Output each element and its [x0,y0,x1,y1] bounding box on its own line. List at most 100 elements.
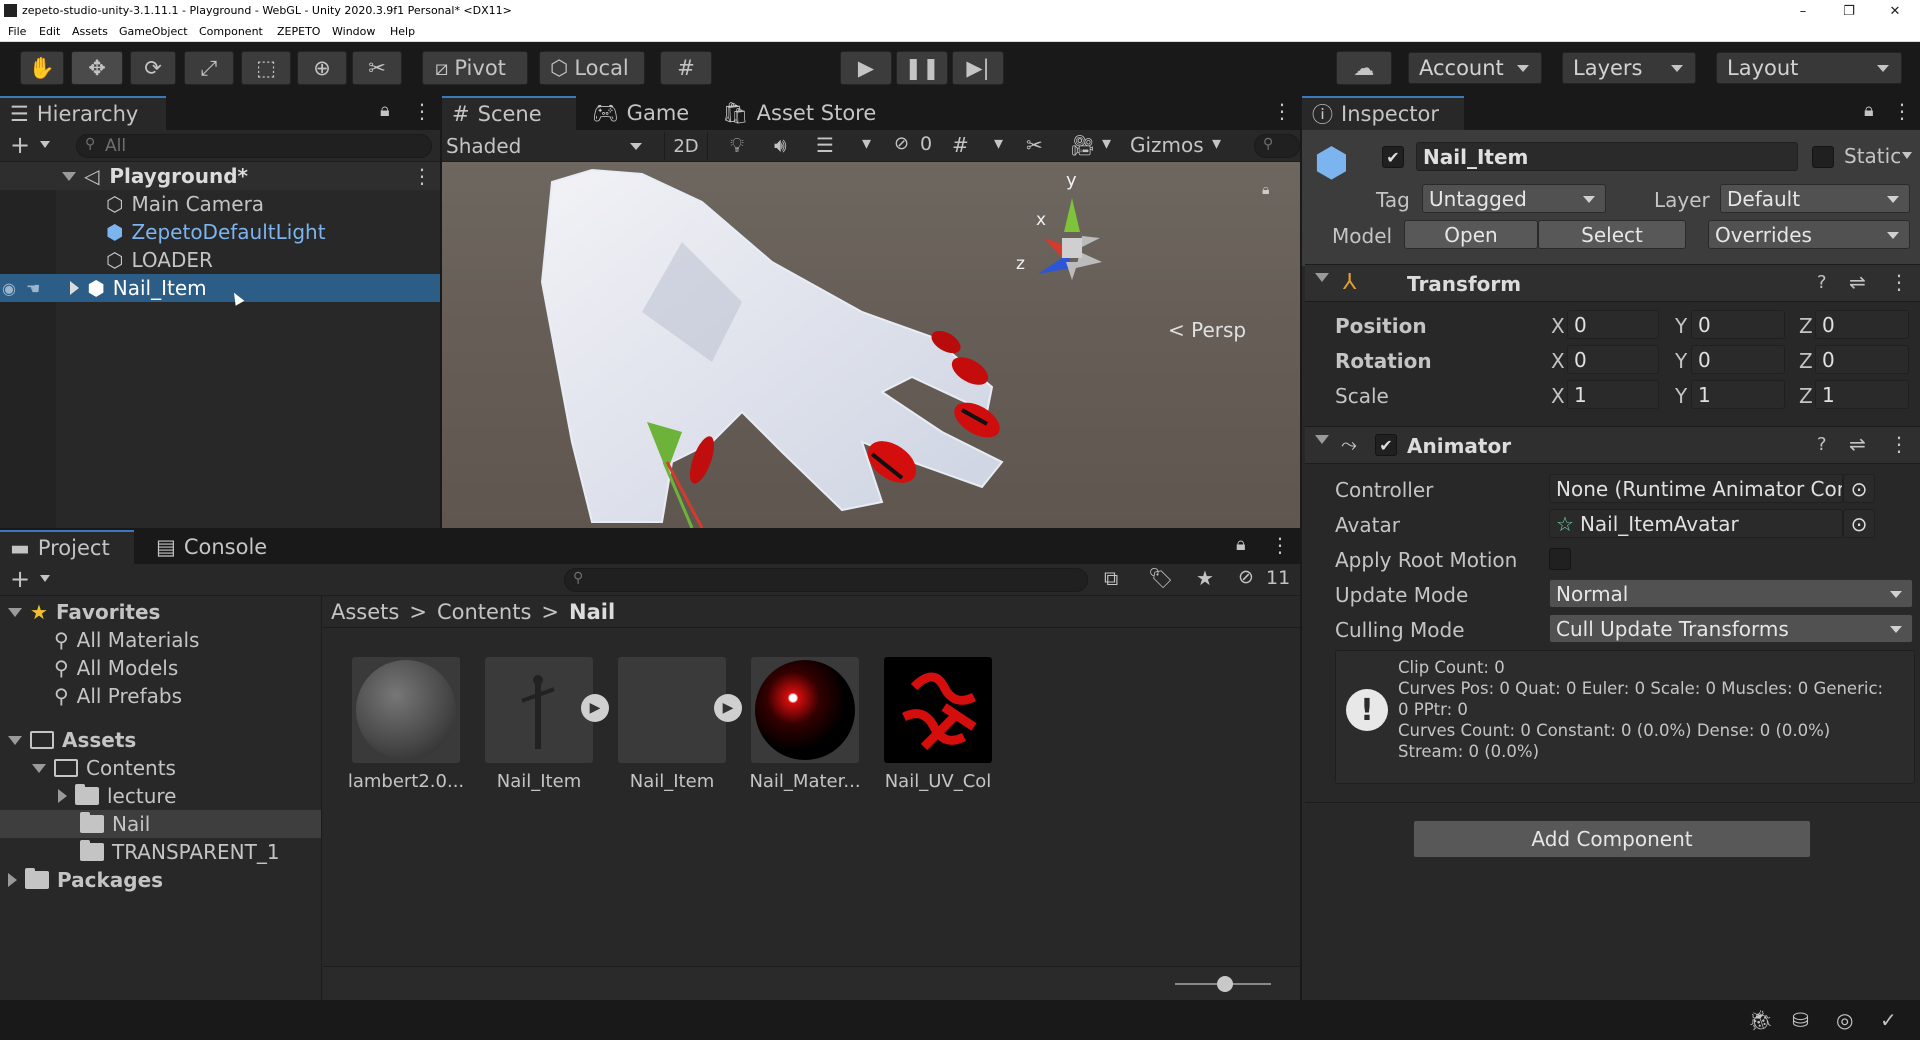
kebab-menu-icon[interactable]: ⋮ [1889,432,1909,456]
visibility-eye-icon[interactable]: ◉ [2,279,16,298]
tree-all-models[interactable]: ⚲ All Models [54,654,178,682]
check-circle-icon[interactable]: ✓ [1880,1008,1897,1032]
static-checkbox[interactable] [1812,146,1834,168]
breadcrumb-item[interactable]: Assets [331,600,399,624]
lock-icon[interactable]: 🔒︎ [380,100,390,121]
grid-dropdown-icon[interactable]: ▾ [994,133,1003,154]
account-dropdown[interactable]: Account [1408,52,1542,84]
create-dropdown-icon[interactable] [40,141,50,148]
scene-viewport[interactable]: y x z 🔒︎ < Persp [442,162,1300,528]
tab-scene[interactable]: # Scene [442,96,576,130]
expand-play-icon[interactable]: ▶ [581,694,609,722]
2d-toggle[interactable]: 2D [664,132,708,160]
asset-nail-item-prefab[interactable]: Nail_Item [618,657,726,792]
tree-transparent[interactable]: TRANSPARENT_1 [80,838,280,866]
tree-packages[interactable]: Packages [8,866,163,894]
maximize-button[interactable]: ❐ [1826,0,1872,22]
expand-arrow-icon[interactable] [62,171,76,181]
project-search-input[interactable]: ⚲ [564,568,1088,592]
lock-icon[interactable]: 🔒︎ [1262,182,1269,198]
hierarchy-item-loader[interactable]: ⬡ LOADER [0,246,440,274]
menu-zepeto[interactable]: ZEPETO [277,25,320,38]
tree-contents[interactable]: Contents [32,754,176,782]
effects-dropdown-icon[interactable]: ▾ [862,133,871,154]
gizmos-dropdown-icon[interactable]: ▾ [1212,133,1221,154]
effects-icon[interactable]: ☰ [816,133,834,157]
filter-type-icon[interactable]: ⧉ [1104,566,1118,590]
tree-all-materials[interactable]: ⚲ All Materials [54,626,199,654]
scale-tool-button[interactable]: ⤢ [184,51,234,85]
asset-nail-material[interactable]: Nail_Mater... [749,657,861,792]
minimize-button[interactable]: – [1780,0,1826,22]
menu-edit[interactable]: Edit [39,25,60,38]
bug-icon[interactable]: 🐞︎ [1748,1008,1773,1032]
label-tag-icon[interactable]: 🏷︎ [1148,566,1173,590]
database-icon[interactable]: ⛁ [1792,1008,1809,1032]
controller-picker[interactable]: ⊙ [1843,474,1875,503]
hierarchy-item-nail-item[interactable]: ◉ ☚ ⬢ Nail_Item [0,274,440,302]
camera-dropdown-icon[interactable]: ▾ [1102,133,1111,154]
scene-search-input[interactable]: ⚲ [1254,134,1300,158]
hand-tool-button[interactable]: ✋ [20,51,64,85]
transform-component-header[interactable]: ⅄ Transform ? ⇌ ⋮ [1305,264,1920,302]
hidden-eye-icon[interactable]: ⊘ [894,133,909,154]
create-dropdown-icon[interactable] [40,575,50,582]
hierarchy-item-main-camera[interactable]: ⬡ Main Camera [0,190,440,218]
collapse-arrow-icon[interactable] [1315,435,1329,444]
play-button[interactable]: ▶ [840,51,892,85]
grid-snap-button[interactable]: # [660,51,712,85]
scale-z-field[interactable]: 1 [1815,380,1909,409]
overrides-dropdown[interactable]: Overrides [1708,220,1910,249]
expand-arrow-icon[interactable] [70,281,80,295]
camera-icon[interactable]: 🎥︎ [1070,133,1095,157]
hierarchy-item-zepeto-default-light[interactable]: ⬢ ZepetoDefaultLight [0,218,440,246]
pick-hand-icon[interactable]: ☚ [26,279,40,298]
scale-y-field[interactable]: 1 [1691,380,1785,409]
preset-sliders-icon[interactable]: ⇌ [1849,432,1866,456]
tab-game[interactable]: 🎮︎ Game [582,96,702,130]
rotation-z-field[interactable]: 0 [1815,345,1909,374]
close-button[interactable]: ✕ [1872,0,1918,22]
lock-icon[interactable]: 🔒︎ [1236,534,1246,555]
apply-root-motion-checkbox[interactable] [1549,548,1571,570]
menu-help[interactable]: Help [390,25,415,38]
menu-assets[interactable]: Assets [72,25,108,38]
tree-all-prefabs[interactable]: ⚲ All Prefabs [54,682,182,710]
controller-field[interactable]: None (Runtime Animator Controlle [1549,474,1843,503]
add-component-button[interactable]: Add Component [1413,820,1811,858]
scale-x-field[interactable]: 1 [1567,380,1659,409]
tab-asset-store[interactable]: 🛍︎ Asset Store [712,96,892,130]
asset-lambert-material[interactable]: lambert2.0... [348,657,464,792]
kebab-menu-icon[interactable]: ⋮ [1272,99,1292,123]
grid-icon[interactable]: # [952,133,969,157]
tab-console[interactable]: ▤ Console [146,530,276,564]
collapse-arrow-icon[interactable] [1315,273,1329,282]
shading-dropdown[interactable]: Shaded [446,132,650,160]
update-mode-dropdown[interactable]: Normal [1549,579,1913,608]
expand-play-icon[interactable]: ▶ [714,694,742,722]
menu-file[interactable]: File [8,25,26,38]
position-z-field[interactable]: 0 [1815,310,1909,339]
tools-icon[interactable]: ✂ [1026,133,1043,157]
star-icon[interactable]: ★ [1196,566,1214,590]
rect-tool-button[interactable]: ⬚ [241,51,291,85]
create-plus-icon[interactable]: + [10,131,30,159]
tree-assets[interactable]: Assets [8,726,136,754]
chevron-down-icon[interactable] [1902,152,1912,159]
lock-icon[interactable]: 🔒︎ [1864,100,1874,121]
menu-component[interactable]: Component [199,25,263,38]
create-plus-icon[interactable]: + [10,565,30,593]
breadcrumb-item[interactable]: Contents [437,600,531,624]
tab-hierarchy[interactable]: ☰ Hierarchy [0,96,166,130]
tree-lecture[interactable]: lecture [58,782,176,810]
rotation-y-field[interactable]: 0 [1691,345,1785,374]
audio-icon[interactable]: 🔊︎ [774,133,787,157]
tree-nail[interactable]: Nail [80,810,150,838]
gizmos-dropdown[interactable]: Gizmos [1130,133,1204,157]
layers-dropdown[interactable]: Layers [1562,52,1696,84]
asset-nail-item-model[interactable]: Nail_Item [485,657,593,792]
tree-favorites[interactable]: ★ Favorites [8,598,160,626]
tab-inspector[interactable]: ⓘ Inspector [1302,96,1464,130]
perspective-label[interactable]: < Persp [1168,318,1246,342]
avatar-field[interactable]: ☆ Nail_ItemAvatar [1549,509,1843,538]
